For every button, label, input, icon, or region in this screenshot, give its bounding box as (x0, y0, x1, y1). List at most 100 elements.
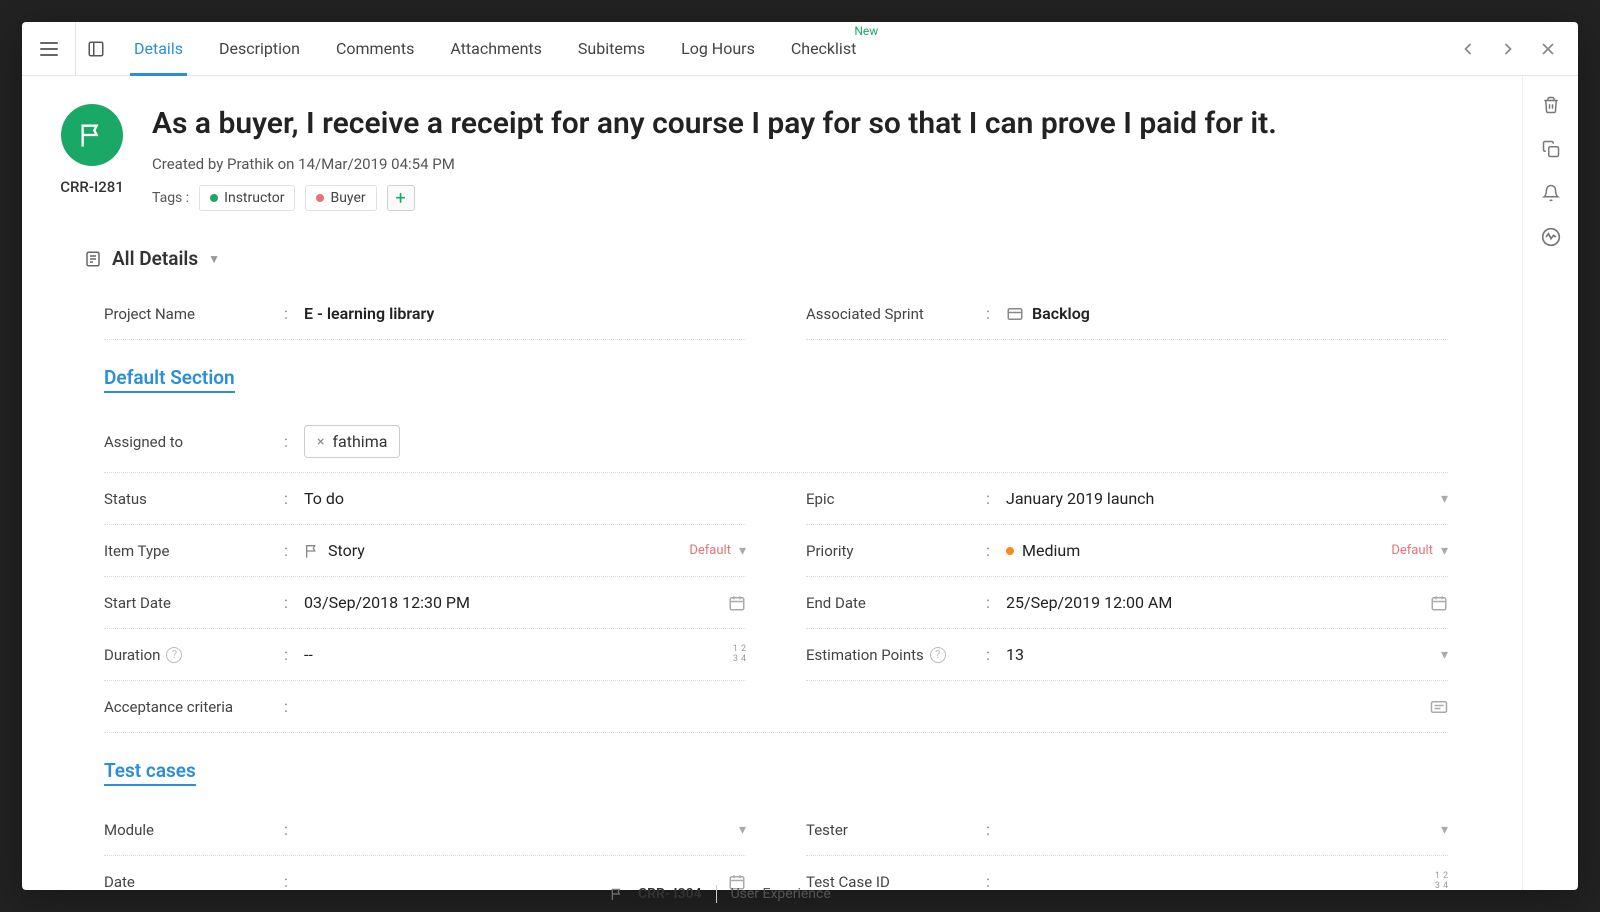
add-tag-button[interactable]: + (387, 185, 415, 211)
details-icon (84, 250, 102, 268)
copy-button[interactable] (1540, 138, 1562, 160)
field-associated-sprint: Associated Sprint : Backlog (806, 288, 1448, 340)
tab-description[interactable]: Description (201, 22, 318, 76)
status-value[interactable]: To do (304, 489, 746, 508)
all-details-label: All Details (112, 247, 198, 270)
calendar-icon[interactable] (728, 594, 746, 612)
field-priority: Priority : Medium Default▾ (806, 525, 1448, 577)
flag-icon (78, 121, 106, 149)
default-section-header[interactable]: Default Section (104, 366, 235, 393)
chevron-left-icon (1458, 39, 1478, 59)
priority-dot-icon (1006, 547, 1014, 555)
tabs-bar: Details Description Comments Attachments… (116, 22, 1450, 76)
tab-label: Description (219, 39, 300, 58)
priority-value[interactable]: Medium (1006, 541, 1391, 560)
remove-assignee-icon[interactable]: × (317, 434, 324, 450)
tag-dot-icon (316, 194, 324, 202)
trash-icon (1542, 96, 1560, 114)
start-date-value[interactable]: 03/Sep/2018 12:30 PM (304, 593, 728, 612)
tab-subitems[interactable]: Subitems (560, 22, 663, 76)
hamburger-icon (40, 42, 58, 56)
field-assigned-to: Assigned to : × fathima (104, 411, 1448, 473)
help-icon[interactable]: ? (166, 647, 182, 663)
chevron-down-icon[interactable]: ▾ (739, 822, 746, 838)
epic-value[interactable]: January 2019 launch (1006, 489, 1441, 508)
item-type-value[interactable]: Story (304, 541, 689, 560)
field-status: Status : To do (104, 473, 746, 525)
close-icon (1538, 39, 1558, 59)
item-avatar (61, 104, 123, 166)
footer-category: User Experience (731, 886, 831, 902)
item-detail-modal: Details Description Comments Attachments… (22, 22, 1578, 890)
bell-icon (1542, 184, 1560, 202)
menu-button[interactable] (22, 22, 76, 76)
collapse-panel-button[interactable] (76, 40, 116, 58)
tab-label: Log Hours (681, 39, 755, 58)
tab-label: Attachments (450, 39, 542, 58)
delete-button[interactable] (1540, 94, 1562, 116)
tab-comments[interactable]: Comments (318, 22, 432, 76)
field-start-date: Start Date : 03/Sep/2018 12:30 PM (104, 577, 746, 629)
chevron-right-icon (1498, 39, 1518, 59)
field-tester: Tester : ▾ (806, 804, 1448, 856)
copy-icon (1542, 140, 1560, 158)
close-button[interactable] (1530, 31, 1566, 67)
tag-dot-icon (210, 194, 218, 202)
tag-buyer[interactable]: Buyer (305, 185, 376, 211)
modal-topbar: Details Description Comments Attachments… (22, 22, 1578, 76)
flag-icon (610, 887, 624, 901)
flag-icon (304, 543, 320, 559)
field-duration: Duration? : -- 1234 (104, 629, 746, 681)
footer-preview-bar: CRR- I304 User Experience (70, 876, 1600, 912)
notifications-button[interactable] (1540, 182, 1562, 204)
end-date-value[interactable]: 25/Sep/2019 12:00 AM (1006, 593, 1430, 612)
project-name-value[interactable]: E - learning library (304, 304, 746, 323)
tags-label: Tags : (152, 190, 189, 206)
new-badge: New (854, 24, 878, 38)
tab-label: Details (134, 39, 183, 58)
tag-instructor[interactable]: Instructor (199, 185, 295, 211)
help-icon[interactable]: ? (930, 647, 946, 663)
calendar-icon[interactable] (1430, 594, 1448, 612)
tab-log-hours[interactable]: Log Hours (663, 22, 773, 76)
tab-checklist[interactable]: Checklist New (773, 22, 874, 76)
item-id: CRR-I281 (60, 178, 124, 196)
field-acceptance-criteria: Acceptance criteria : (104, 681, 1448, 733)
field-item-type: Item Type : Story Default▾ (104, 525, 746, 577)
chevron-down-icon[interactable]: ▼ (208, 252, 220, 266)
tags-row: Tags : Instructor Buyer + (152, 185, 1478, 211)
associated-sprint-value[interactable]: Backlog (1006, 304, 1448, 323)
nav-actions (1450, 31, 1578, 67)
chevron-down-icon[interactable]: ▾ (1441, 543, 1448, 559)
field-epic: Epic : January 2019 launch ▾ (806, 473, 1448, 525)
chevron-down-icon[interactable]: ▾ (1441, 822, 1448, 838)
duration-value[interactable]: -- (304, 645, 733, 664)
field-module: Module : ▾ (104, 804, 746, 856)
tab-label: Comments (336, 39, 414, 58)
test-cases-header[interactable]: Test cases (104, 759, 196, 786)
next-item-button[interactable] (1490, 31, 1526, 67)
footer-item-id[interactable]: CRR- I304 (638, 886, 702, 902)
side-action-rail (1522, 76, 1578, 890)
collapse-icon (87, 40, 105, 58)
main-content: CRR-I281 As a buyer, I receive a receipt… (22, 76, 1522, 890)
item-title[interactable]: As a buyer, I receive a receipt for any … (152, 104, 1478, 143)
field-end-date: End Date : 25/Sep/2019 12:00 AM (806, 577, 1448, 629)
activity-button[interactable] (1540, 226, 1562, 248)
tab-attachments[interactable]: Attachments (432, 22, 560, 76)
estimation-points-value[interactable]: 13 (1006, 645, 1441, 664)
activity-icon (1541, 227, 1561, 247)
prev-item-button[interactable] (1450, 31, 1486, 67)
assignee-chip[interactable]: × fathima (304, 425, 400, 458)
chevron-down-icon[interactable]: ▾ (739, 543, 746, 559)
field-project-name: Project Name : E - learning library (104, 288, 746, 340)
chevron-down-icon[interactable]: ▾ (1441, 647, 1448, 663)
default-badge: Default (689, 543, 731, 558)
tab-label: Subitems (578, 39, 645, 58)
number-icon: 1234 (733, 645, 746, 664)
created-by-text: Created by Prathik on 14/Mar/2019 04:54 … (152, 155, 1478, 173)
tab-label: Checklist (791, 39, 856, 58)
tab-details[interactable]: Details (116, 22, 201, 76)
chevron-down-icon[interactable]: ▾ (1441, 491, 1448, 507)
text-icon (1430, 700, 1448, 714)
